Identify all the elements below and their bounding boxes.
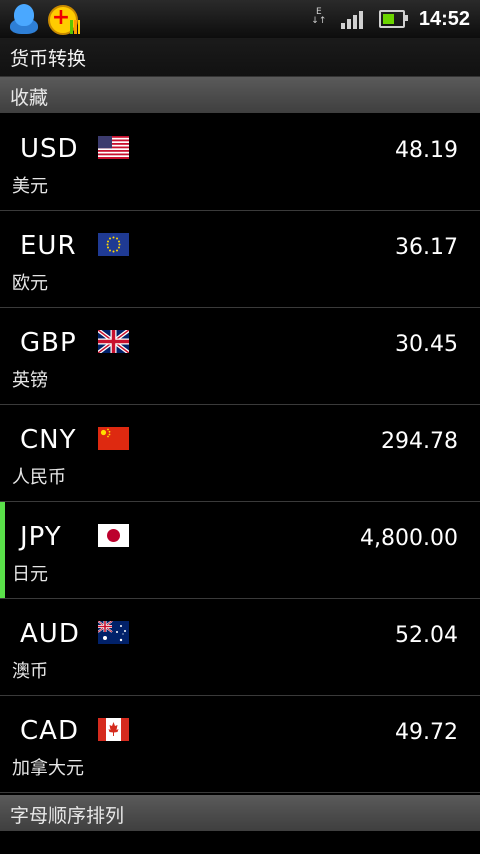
system-icons: E ↓↑ 14:52 [311,0,470,38]
converted-amount: 4,800.00 [360,526,458,551]
currency-code: CAD [20,716,79,746]
eu-flag-icon [98,233,129,256]
converted-amount: 294.78 [381,429,458,454]
converted-amount: 48.19 [395,138,458,163]
currency-row-eur[interactable]: EUR 36.17 欧元 [0,211,480,308]
currency-list: USD 48.19 美元 EUR 36.17 欧元 GBP 30.45 英镑 C… [0,114,480,793]
app-title-bar: 货币转换 [0,38,480,77]
plus-app-icon: + [46,2,80,36]
australia-flag-icon [98,621,129,644]
status-bar: + E ↓↑ 14:52 [0,0,480,38]
currency-row-cny[interactable]: CNY 294.78 人民币 [0,405,480,502]
china-flag-icon [98,427,129,450]
qq-icon [8,2,40,36]
us-flag-icon [98,136,129,159]
currency-code: EUR [20,231,77,261]
currency-row-jpy[interactable]: JPY 4,800.00 日元 [0,502,480,599]
converted-amount: 36.17 [395,235,458,260]
canada-flag-icon [98,718,129,741]
currency-row-usd[interactable]: USD 48.19 美元 [0,114,480,211]
currency-code: JPY [20,522,62,552]
notification-icons: + [8,2,80,36]
currency-name: 欧元 [12,273,48,294]
currency-code: GBP [20,328,77,358]
battery-icon [378,10,408,28]
converted-amount: 30.45 [395,332,458,357]
data-arrows-icon: E ↓↑ [311,7,327,26]
page-title: 货币转换 [10,48,87,70]
section-title: 收藏 [10,87,49,109]
currency-code: USD [20,134,79,164]
clock: 14:52 [418,7,470,30]
currency-name: 英镑 [12,370,48,391]
uk-flag-icon [98,330,129,353]
japan-flag-icon [98,524,129,547]
currency-code: CNY [20,425,77,455]
converted-amount: 52.04 [395,623,458,648]
currency-name: 美元 [12,176,48,197]
currency-code: AUD [20,619,80,649]
section-header-favorites: 收藏 [0,77,480,113]
currency-name: 加拿大元 [12,758,84,779]
currency-name: 人民币 [12,467,66,488]
currency-row-aud[interactable]: AUD 52.04 澳币 [0,599,480,696]
signal-icon [340,9,365,29]
currency-name: 日元 [12,564,48,585]
section-header-alphabetical: 字母顺序排列 [0,795,480,831]
converted-amount: 49.72 [395,720,458,745]
currency-row-cad[interactable]: CAD 49.72 加拿大元 [0,696,480,793]
section-title: 字母顺序排列 [10,805,125,827]
currency-name: 澳币 [12,661,48,682]
currency-row-gbp[interactable]: GBP 30.45 英镑 [0,308,480,405]
